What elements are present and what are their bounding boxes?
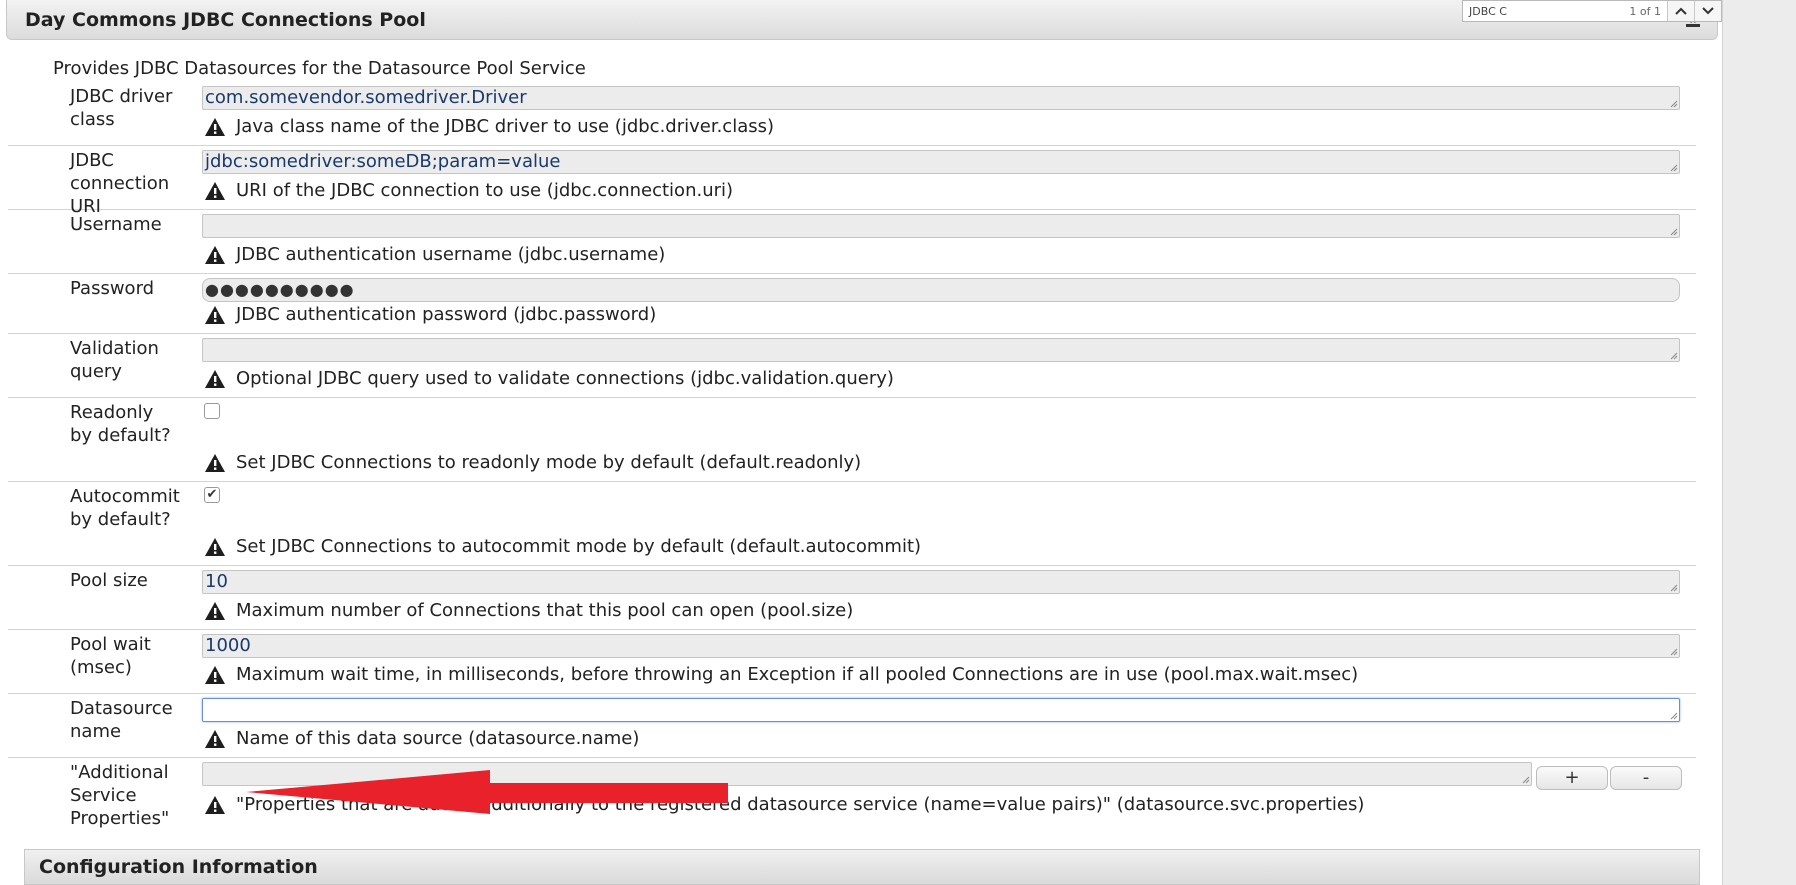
resize-grip-icon[interactable]: [1670, 100, 1678, 108]
field-value: 10: [205, 571, 228, 592]
dialog-title: Day Commons JDBC Connections Pool: [25, 9, 426, 31]
hint-text: Java class name of the JDBC driver to us…: [236, 116, 775, 137]
find-input[interactable]: JDBC C: [1463, 5, 1629, 18]
warning-icon: [204, 665, 226, 685]
add-property-button[interactable]: +: [1536, 766, 1608, 790]
resize-grip-icon[interactable]: [1670, 712, 1678, 720]
hint-text: JDBC authentication username (jdbc.usern…: [236, 244, 666, 265]
section-header-configuration-information[interactable]: Configuration Information: [24, 849, 1700, 885]
hint-text: URI of the JDBC connection to use (jdbc.…: [236, 180, 734, 201]
field-hint: Maximum wait time, in milliseconds, befo…: [204, 664, 1358, 685]
field-hint: Java class name of the JDBC driver to us…: [204, 116, 774, 137]
readonly-checkbox[interactable]: [204, 403, 220, 419]
hint-text: JDBC authentication password (jdbc.passw…: [236, 304, 657, 325]
row-username: Username JDBC authentication username (j…: [8, 210, 1696, 274]
find-bar: JDBC C 1 of 1: [1462, 0, 1722, 22]
hint-text: Maximum number of Connections that this …: [236, 600, 854, 621]
row-connection-uri: JDBC connection URI jdbc:somedriver:some…: [8, 146, 1696, 217]
resize-grip-icon[interactable]: [1670, 584, 1678, 592]
field-label: JDBC connection URI: [70, 150, 170, 217]
checkmark-icon: ✔: [206, 487, 218, 502]
warning-icon: [204, 181, 226, 201]
find-next-button[interactable]: [1694, 1, 1721, 21]
field-hint: Set JDBC Connections to readonly mode by…: [204, 452, 861, 473]
connection-uri-input[interactable]: jdbc:somedriver:someDB;param=value: [202, 150, 1680, 174]
warning-icon: [204, 453, 226, 473]
hint-text: Optional JDBC query used to validate con…: [236, 368, 894, 389]
field-value: 1000: [205, 635, 251, 656]
field-label: Autocommit by default?: [70, 486, 180, 530]
hint-text: Set JDBC Connections to readonly mode by…: [236, 452, 862, 473]
datasource-name-input[interactable]: [202, 698, 1680, 722]
hint-text: Maximum wait time, in milliseconds, befo…: [236, 664, 1359, 685]
row-pool-size: Pool size 10 Maximum number of Connectio…: [8, 566, 1696, 630]
field-label: Validation query: [70, 338, 159, 382]
field-label: Datasource name: [70, 698, 173, 742]
username-input[interactable]: [202, 214, 1680, 238]
validation-query-input[interactable]: [202, 338, 1680, 362]
config-form: JDBC driver class com.somevendor.somedri…: [8, 82, 1696, 834]
chevron-down-icon: [1702, 7, 1714, 15]
field-value: com.somevendor.somedriver.Driver: [205, 87, 527, 108]
annotation-arrow: [246, 770, 728, 814]
field-label: "Additional Service Properties": [70, 762, 170, 829]
resize-grip-icon[interactable]: [1670, 352, 1678, 360]
find-match-count: 1 of 1: [1629, 4, 1661, 18]
autocommit-checkbox[interactable]: ✔: [204, 487, 220, 503]
hint-text: Name of this data source (datasource.nam…: [236, 728, 640, 749]
password-input[interactable]: ●●●●●●●●●●: [202, 278, 1680, 302]
field-hint: JDBC authentication username (jdbc.usern…: [204, 244, 665, 265]
field-hint: Name of this data source (datasource.nam…: [204, 728, 639, 749]
warning-icon: [204, 537, 226, 557]
warning-icon: [204, 601, 226, 621]
warning-icon: [204, 305, 226, 325]
chevron-up-icon: [1675, 7, 1687, 15]
row-validation-query: Validation query Optional JDBC query use…: [8, 334, 1696, 398]
field-hint: Optional JDBC query used to validate con…: [204, 368, 894, 389]
warning-icon: [204, 795, 226, 815]
row-readonly: Readonly by default? Set JDBC Connection…: [8, 398, 1696, 482]
warning-icon: [204, 729, 226, 749]
field-hint: JDBC authentication password (jdbc.passw…: [204, 304, 656, 325]
field-hint: Maximum number of Connections that this …: [204, 600, 853, 621]
field-label: Readonly by default?: [70, 402, 171, 446]
pool-size-input[interactable]: 10: [202, 570, 1680, 594]
warning-icon: [204, 369, 226, 389]
driver-class-input[interactable]: com.somevendor.somedriver.Driver: [202, 86, 1680, 110]
field-hint: Set JDBC Connections to autocommit mode …: [204, 536, 921, 557]
warning-icon: [204, 117, 226, 137]
dialog-description: Provides JDBC Datasources for the Dataso…: [53, 58, 586, 79]
find-prev-button[interactable]: [1667, 1, 1694, 21]
field-label: Pool wait (msec): [70, 634, 151, 678]
field-label: JDBC driver class: [70, 86, 173, 130]
field-label: Pool size: [70, 570, 148, 591]
remove-property-button[interactable]: -: [1610, 766, 1682, 790]
resize-grip-icon[interactable]: [1670, 164, 1678, 172]
resize-grip-icon[interactable]: [1522, 776, 1530, 784]
row-driver-class: JDBC driver class com.somevendor.somedri…: [8, 82, 1696, 146]
resize-grip-icon[interactable]: [1670, 648, 1678, 656]
field-label: Username: [70, 214, 162, 235]
row-autocommit: Autocommit by default? ✔ Set JDBC Connec…: [8, 482, 1696, 566]
field-value: ●●●●●●●●●●: [205, 280, 355, 299]
row-datasource-name: Datasource name Name of this data source…: [8, 694, 1696, 758]
row-password: Password ●●●●●●●●●● JDBC authentication …: [8, 274, 1696, 334]
resize-grip-icon[interactable]: [1670, 228, 1678, 236]
pool-wait-input[interactable]: 1000: [202, 634, 1680, 658]
section-title: Configuration Information: [39, 856, 318, 878]
field-value: jdbc:somedriver:someDB;param=value: [205, 151, 561, 172]
field-hint: URI of the JDBC connection to use (jdbc.…: [204, 180, 733, 201]
row-pool-wait: Pool wait (msec) 1000 Maximum wait time,…: [8, 630, 1696, 694]
right-gutter: [1722, 0, 1796, 885]
hint-text: Set JDBC Connections to autocommit mode …: [236, 536, 922, 557]
warning-icon: [204, 245, 226, 265]
field-label: Password: [70, 278, 155, 299]
